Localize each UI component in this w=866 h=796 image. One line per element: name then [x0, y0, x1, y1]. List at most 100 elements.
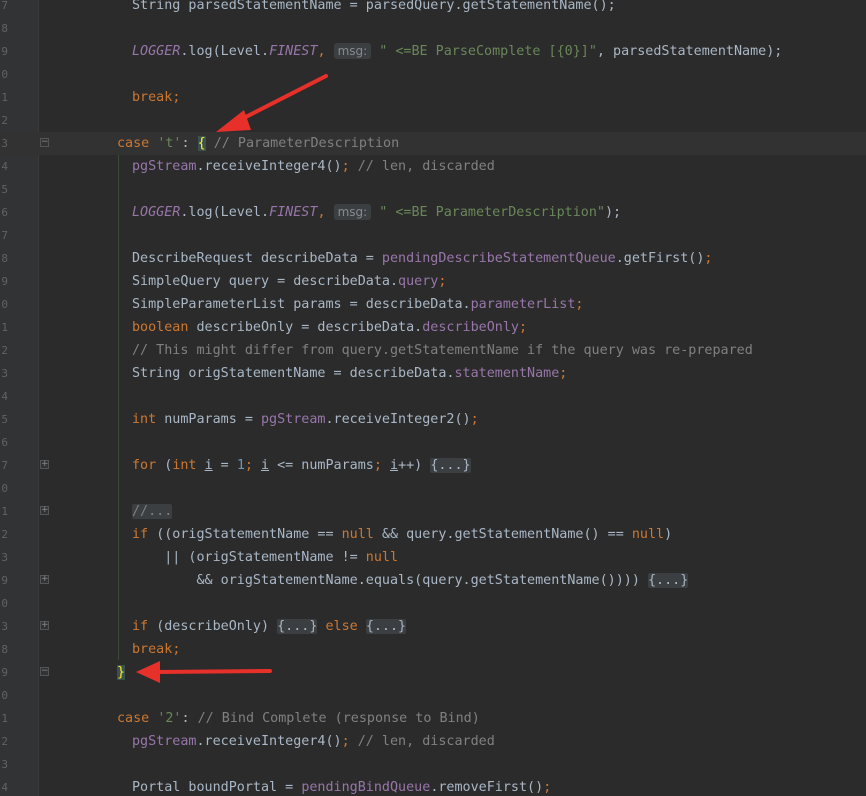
code-line[interactable]: 2 if ((origStatementName == null && query… [0, 523, 866, 546]
code-token: case [117, 711, 158, 726]
code-text[interactable]: && origStatementName.equals(query.getSta… [132, 569, 689, 592]
code-line[interactable]: 1 break; [0, 86, 866, 109]
code-text[interactable]: break; [132, 86, 180, 109]
code-token: ++) [398, 458, 431, 473]
code-line[interactable]: 8 break; [0, 638, 866, 661]
folded-block-button[interactable]: {...} [365, 619, 407, 634]
line-number: 4 [1, 160, 8, 173]
code-text[interactable]: break; [132, 638, 180, 661]
line-number: 8 [1, 252, 8, 265]
code-line[interactable]: 9 SimpleQuery query = describeData.query; [0, 270, 866, 293]
code-line[interactable]: 4 [0, 385, 866, 408]
fold-expand-icon[interactable]: + [40, 460, 49, 469]
line-number: 2 [1, 735, 8, 748]
code-line[interactable]: 3 || (origStatementName != null [0, 546, 866, 569]
code-line[interactable]: 4 pgStream.receiveInteger4(); // len, dis… [0, 155, 866, 178]
code-text[interactable]: boolean describeOnly = describeData.desc… [132, 316, 527, 339]
code-text[interactable]: LOGGER.log(Level.FINEST, msg: " <=BE Par… [132, 40, 782, 63]
code-line[interactable]: 3 String origStatementName = describeData… [0, 362, 866, 385]
code-text[interactable]: int numParams = pgStream.receiveInteger2… [132, 408, 479, 431]
code-line[interactable]: 8 [0, 17, 866, 40]
code-token: describeOnly = describeData. [196, 320, 423, 335]
code-token: , [317, 44, 334, 59]
code-text[interactable]: // This might differ from query.getState… [132, 339, 753, 362]
line-number: 8 [1, 22, 8, 35]
code-text[interactable]: LOGGER.log(Level.FINEST, msg: " <=BE Par… [132, 201, 621, 224]
code-editor[interactable]: 7 String parsedStatementName = parsedQuer… [0, 0, 866, 796]
code-text[interactable]: SimpleParameterList params = describeDat… [132, 293, 583, 316]
code-line[interactable]: 0 SimpleParameterList params = describeDa… [0, 293, 866, 316]
code-line[interactable]: 8 DescribeRequest describeData = pendingD… [0, 247, 866, 270]
line-number: 9 [1, 666, 8, 679]
code-token: : [181, 711, 198, 726]
code-line[interactable]: 5 [0, 178, 866, 201]
code-text[interactable]: String origStatementName = describeData.… [132, 362, 567, 385]
code-line[interactable]: 3 − case 't': { // ParameterDescription [0, 132, 866, 155]
code-text[interactable]: Portal boundPortal = pendingBindQueue.re… [132, 776, 551, 796]
code-text[interactable]: if (describeOnly) {...} else {...} [132, 615, 407, 638]
code-text[interactable]: for (int i = 1; i <= numParams; i++) {..… [132, 454, 471, 477]
code-text[interactable]: case '2': // Bind Complete (response to … [117, 707, 480, 730]
fold-expand-icon[interactable]: + [40, 575, 49, 584]
code-token: ; [172, 642, 181, 657]
code-token: i [390, 458, 399, 473]
code-line[interactable]: 9 + && origStatementName.equals(query.get… [0, 569, 866, 592]
folded-block-button[interactable]: {...} [647, 573, 689, 588]
code-line[interactable]: 9 LOGGER.log(Level.FINEST, msg: " <=BE Pa… [0, 40, 866, 63]
code-token: i [204, 458, 213, 473]
code-line[interactable]: 0 [0, 592, 866, 615]
code-line[interactable]: 5 int numParams = pgStream.receiveInteger… [0, 408, 866, 431]
code-line[interactable]: 7 String parsedStatementName = parsedQuer… [0, 0, 866, 17]
code-line[interactable]: 1 case '2': // Bind Complete (response to… [0, 707, 866, 730]
code-token: LOGGER [132, 44, 181, 59]
line-number: 3 [1, 758, 8, 771]
code-token: i [261, 458, 270, 473]
line-number: 3 [1, 551, 8, 564]
folded-block-button[interactable]: {...} [430, 458, 471, 473]
code-line[interactable]: 2 [0, 109, 866, 132]
code-text[interactable]: SimpleQuery query = describeData.query; [132, 270, 446, 293]
code-token: pendingDescribeStatementQueue [381, 251, 616, 266]
code-line[interactable]: 1 + //... [0, 500, 866, 523]
code-line[interactable]: 4 Portal boundPortal = pendingBindQueue.r… [0, 776, 866, 796]
code-line[interactable]: 6 [0, 431, 866, 454]
code-line[interactable]: 3 + if (describeOnly) {...} else {...} [0, 615, 866, 638]
fold-collapse-icon[interactable]: − [40, 667, 49, 676]
code-token: SimpleQuery query = describeData. [132, 274, 399, 289]
code-token: SimpleParameterList params = describeDat… [132, 297, 471, 312]
code-text[interactable]: //... [132, 500, 173, 523]
code-line[interactable]: 2 // This might differ from query.getStat… [0, 339, 866, 362]
code-line[interactable]: 7 [0, 224, 866, 247]
code-token: // Bind Complete (response to Bind) [197, 711, 480, 726]
code-text[interactable]: if ((origStatementName == null && query.… [132, 523, 672, 546]
code-line[interactable]: 6 LOGGER.log(Level.FINEST, msg: " <=BE Pa… [0, 201, 866, 224]
code-line[interactable]: 3 [0, 753, 866, 776]
line-number: 5 [1, 183, 8, 196]
code-text[interactable]: case 't': { // ParameterDescription [117, 132, 399, 155]
fold-collapse-icon[interactable]: − [40, 138, 49, 147]
code-line[interactable]: 7 + for (int i = 1; i <= numParams; i++) {… [0, 454, 866, 477]
code-text[interactable]: || (origStatementName != null [132, 546, 398, 569]
line-number: 3 [1, 367, 8, 380]
code-line[interactable]: 0 [0, 477, 866, 500]
code-token: statementName [454, 366, 560, 381]
code-text[interactable]: DescribeRequest describeData = pendingDe… [132, 247, 712, 270]
folded-block-button[interactable]: {...} [277, 619, 318, 634]
code-token: && query.getStatementName() == [381, 527, 632, 542]
code-text[interactable]: pgStream.receiveInteger4(); // len, disc… [132, 155, 495, 178]
code-line[interactable]: 0 [0, 684, 866, 707]
code-line[interactable]: 2 pgStream.receiveInteger4(); // len, dis… [0, 730, 866, 753]
fold-expand-icon[interactable]: + [40, 506, 49, 515]
code-line[interactable]: 1 boolean describeOnly = describeData.des… [0, 316, 866, 339]
code-token: FINEST [269, 44, 318, 59]
code-text[interactable]: String parsedStatementName = parsedQuery… [132, 0, 616, 17]
line-number: 7 [1, 229, 8, 242]
code-text[interactable]: } [117, 661, 126, 684]
code-line[interactable]: 9 −} [0, 661, 866, 684]
parameter-hint: msg: [333, 43, 372, 59]
code-line[interactable]: 0 [0, 63, 866, 86]
line-number: 6 [1, 206, 8, 219]
fold-expand-icon[interactable]: + [40, 621, 49, 630]
code-text[interactable]: pgStream.receiveInteger4(); // len, disc… [132, 730, 495, 753]
code-token: ; [518, 320, 528, 335]
